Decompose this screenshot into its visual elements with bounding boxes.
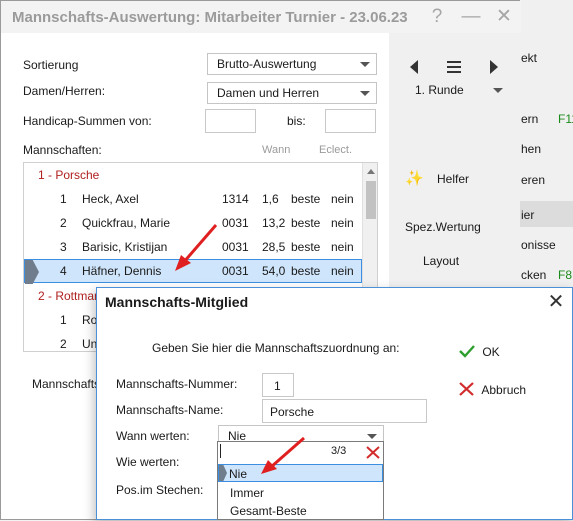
background-item[interactable]: cken — [521, 268, 546, 282]
background-item[interactable]: ern — [521, 112, 538, 126]
wann-werten-label: Wann werten: — [116, 429, 190, 443]
team-group-header[interactable]: 1 - Porsche — [24, 164, 377, 186]
shortcut-key: F8 — [558, 268, 573, 282]
sortierung-label: Sortierung — [23, 58, 79, 72]
option-label: Immer — [230, 486, 264, 500]
row-wann: beste — [291, 192, 321, 206]
ok-label: OK — [482, 345, 500, 359]
row-handicap: 1,6 — [262, 192, 279, 206]
scroll-up-icon[interactable] — [367, 169, 375, 174]
row-eclect: nein — [331, 192, 354, 206]
team-number-value: 1 — [274, 379, 281, 393]
cross-icon — [459, 382, 474, 396]
option-label: Nie — [229, 467, 248, 481]
sortierung-value: Brutto-Auswertung — [217, 57, 317, 71]
column-header-wann: Wann — [262, 144, 291, 156]
round-value: 1. Runde — [415, 83, 464, 97]
team-number-label: Mannschafts-Nummer: — [116, 377, 238, 391]
table-row[interactable]: 1 Heck, Axel 1314 1,6 beste nein — [24, 187, 362, 211]
previous-arrow-icon[interactable] — [410, 60, 418, 74]
row-wann: beste — [291, 240, 321, 254]
spez-wertung-button[interactable]: Spez.Wertung — [405, 220, 481, 234]
handicap-to-input[interactable] — [325, 109, 376, 133]
cancel-button[interactable]: Abbruch — [459, 382, 526, 397]
check-icon — [459, 345, 475, 358]
column-header-eclect: Eclect. — [319, 144, 353, 156]
background-item[interactable]: ekt — [521, 51, 537, 65]
row-number: 3 — [60, 240, 67, 254]
menu-icon[interactable] — [447, 61, 461, 73]
team-name-label: Mannschafts-Name: — [116, 403, 224, 417]
dialog-close-button[interactable]: ✕ — [543, 290, 569, 314]
row-eclect: nein — [331, 264, 354, 278]
option-pointer-icon — [219, 465, 227, 481]
row-number: 2 — [60, 337, 67, 351]
row-code: 0031 — [222, 216, 249, 230]
dialog-prompt: Geben Sie hier die Mannschaftszuordnung … — [152, 341, 400, 355]
clear-filter-icon[interactable] — [366, 446, 380, 459]
row-code: 0031 — [222, 264, 249, 278]
row-wann: beste — [291, 264, 321, 278]
damen-herren-value: Damen und Herren — [217, 86, 320, 100]
row-code: 1314 — [222, 192, 249, 206]
row-name: Heck, Axel — [82, 192, 139, 206]
row-number: 4 — [60, 264, 67, 278]
magic-wand-icon: ✨ — [405, 170, 424, 187]
ok-button[interactable]: OK — [459, 344, 500, 359]
help-button[interactable]: ? — [423, 5, 451, 29]
teams-label: Mannschaften: — [23, 143, 102, 157]
row-name: Barisic, Kristijan — [82, 240, 168, 254]
handicap-label: Handicap-Summen von: — [23, 114, 152, 128]
row-eclect: nein — [331, 240, 354, 254]
row-code: 0031 — [222, 240, 249, 254]
close-button[interactable]: ✕ — [490, 5, 518, 29]
text-cursor — [220, 444, 221, 458]
chevron-down-icon — [367, 434, 377, 439]
sortierung-select[interactable]: Brutto-Auswertung — [207, 53, 377, 75]
bis-label: bis: — [287, 114, 306, 128]
dropdown-option[interactable]: Immer — [220, 484, 382, 502]
helfer-button[interactable]: Helfer — [437, 172, 469, 186]
mannschafts-label-bg: Mannschafts — [32, 377, 101, 391]
handicap-from-input[interactable] — [205, 109, 256, 133]
row-wann: beste — [291, 216, 321, 230]
background-item[interactable]: eren — [521, 173, 545, 187]
round-select[interactable]: 1. Runde — [407, 80, 507, 102]
row-handicap: 13,2 — [262, 216, 286, 230]
background-item[interactable]: hen — [521, 142, 541, 156]
minimize-button[interactable]: — — [457, 5, 485, 29]
team-name-input[interactable]: Porsche — [262, 399, 427, 423]
row-eclect: nein — [331, 216, 354, 230]
shortcut-key: F11 — [558, 112, 573, 126]
row-handicap: 54,0 — [262, 264, 286, 278]
row-number: 1 — [60, 192, 67, 206]
annotation-arrow — [261, 436, 305, 474]
cancel-label: Abbruch — [481, 383, 527, 397]
pos-stechen-label: Pos.im Stechen: — [116, 483, 204, 497]
wie-werten-label: Wie werten: — [116, 455, 180, 469]
row-name: Häfner, Dennis — [82, 264, 162, 278]
layout-button[interactable]: Layout — [423, 254, 459, 268]
row-handicap: 28,5 — [262, 240, 286, 254]
chevron-down-icon — [493, 88, 503, 93]
annotation-arrow — [175, 224, 218, 271]
row-number: 1 — [60, 313, 67, 327]
scroll-thumb[interactable] — [366, 181, 376, 219]
row-pointer-icon — [25, 260, 39, 284]
team-number-input[interactable]: 1 — [262, 373, 294, 397]
option-label: Gesamt-Beste — [230, 504, 307, 518]
next-arrow-icon[interactable] — [490, 60, 498, 74]
chevron-down-icon — [360, 91, 370, 96]
dropdown-option[interactable]: Gesamt-Beste — [220, 502, 382, 520]
match-counter: 3/3 — [331, 445, 347, 457]
row-name: Quickfrau, Marie — [82, 216, 171, 230]
background-item[interactable]: onisse — [521, 238, 556, 252]
team-name-value: Porsche — [270, 405, 315, 419]
background-item[interactable]: ier — [521, 208, 534, 222]
dialog-title: Mannschafts-Mitglied — [97, 288, 572, 317]
chevron-down-icon — [360, 62, 370, 67]
row-number: 2 — [60, 216, 67, 230]
damen-herren-select[interactable]: Damen und Herren — [207, 82, 377, 104]
damen-herren-label: Damen/Herren: — [23, 84, 106, 98]
